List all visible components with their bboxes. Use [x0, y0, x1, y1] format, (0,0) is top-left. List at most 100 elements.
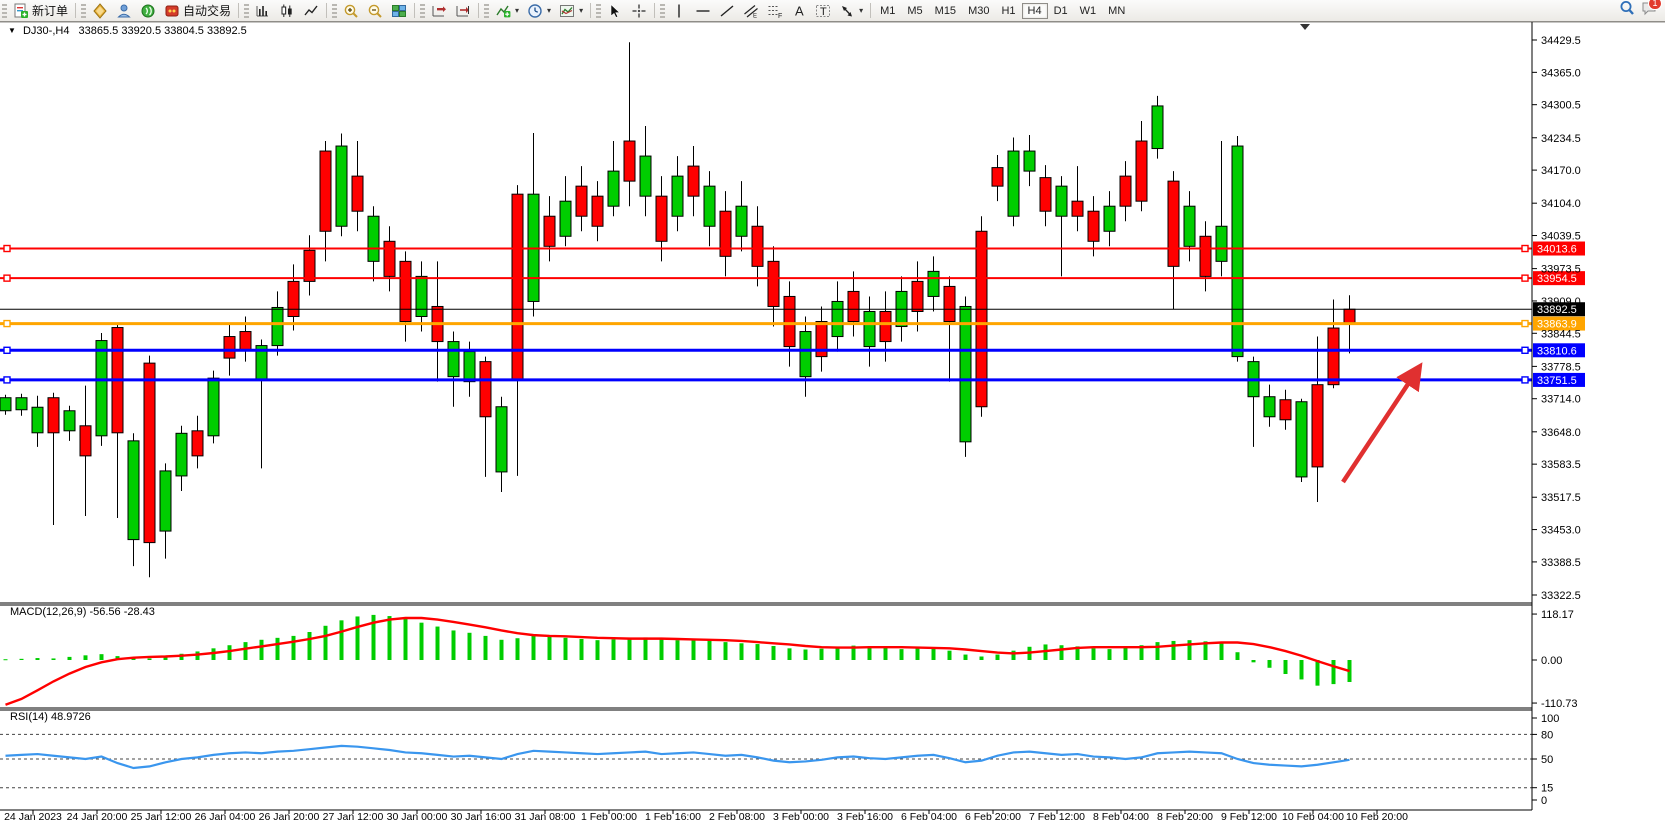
macd-bar	[340, 620, 344, 660]
cursor-tool-button[interactable]	[603, 1, 627, 21]
timeframe-button-h4[interactable]: H4	[1022, 3, 1048, 19]
line-handle-right[interactable]	[1522, 347, 1528, 353]
line-handle-left[interactable]	[4, 377, 10, 383]
time-axis-label: 30 Jan 00:00	[387, 811, 448, 823]
line-handle-left[interactable]	[4, 321, 10, 327]
line-handle-right[interactable]	[1522, 246, 1528, 252]
timeframe-button-m5[interactable]: M5	[901, 3, 928, 19]
timeframe-button-d1[interactable]: D1	[1048, 3, 1074, 19]
toolbar-drag-handle	[332, 4, 337, 18]
new-order-button[interactable]: 新订单	[9, 1, 72, 21]
macd-axis-tick: 118.17	[1541, 609, 1574, 621]
macd-bar	[404, 619, 408, 660]
line-handle-right[interactable]	[1522, 321, 1528, 327]
data-window-button[interactable]	[112, 1, 136, 21]
candle-body	[64, 411, 75, 431]
vertical-line-tool-button[interactable]	[667, 1, 691, 21]
candle-body	[416, 276, 427, 316]
macd-bar	[100, 654, 104, 660]
macd-bar	[436, 627, 440, 660]
chart-ohlc-values: 33865.5 33920.5 33804.5 33892.5	[79, 25, 247, 37]
macd-bar	[1316, 660, 1320, 686]
autotrading-button[interactable]: 自动交易	[160, 1, 235, 21]
timeframe-button-m15[interactable]: M15	[929, 3, 962, 19]
market-watch-button[interactable]	[88, 1, 112, 21]
chart-shift-button[interactable]	[427, 1, 451, 21]
candle-body	[448, 342, 459, 377]
time-axis-label: 31 Jan 08:00	[515, 811, 576, 823]
chevron-down-icon[interactable]: ▾	[515, 6, 519, 15]
notifications-button[interactable]: 1	[1641, 0, 1657, 21]
price-axis-tick: 33583.5	[1541, 459, 1581, 471]
price-axis-tick: 33322.5	[1541, 590, 1581, 602]
main-toolbar: 新订单 自动交易 ▾ ▾ ▾ E FAT ▾ M1M5M15M30H1H4D1W1MN 1	[0, 0, 1665, 22]
text-tool-button[interactable]: A	[787, 1, 811, 21]
chevron-down-icon[interactable]: ▾	[859, 6, 863, 15]
macd-bar	[1220, 643, 1224, 660]
candle-body	[960, 306, 971, 441]
autotrade-icon	[164, 3, 180, 19]
fibonacci-tool-button[interactable]: F	[763, 1, 787, 21]
price-axis-tick: 34300.5	[1541, 100, 1581, 112]
line-chart-mode-button[interactable]	[299, 1, 323, 21]
line-handle-left[interactable]	[4, 275, 10, 281]
line-handle-right[interactable]	[1522, 275, 1528, 281]
crosshair-tool-button[interactable]	[627, 1, 651, 21]
macd-bar	[1108, 649, 1112, 660]
indicators-button[interactable]: ▾	[491, 1, 523, 21]
line-handle-right[interactable]	[1522, 377, 1528, 383]
trendline-tool-button[interactable]	[715, 1, 739, 21]
line-handle-left[interactable]	[4, 347, 10, 353]
candlestick-mode-button[interactable]	[275, 1, 299, 21]
shift-end-icon	[431, 3, 447, 19]
time-axis-label: 26 Jan 04:00	[195, 811, 256, 823]
time-axis-label: 1 Feb 00:00	[581, 811, 637, 823]
timeframe-button-m30[interactable]: M30	[962, 3, 995, 19]
periods-button[interactable]: ▾	[523, 1, 555, 21]
timeframe-button-h1[interactable]: H1	[995, 3, 1021, 19]
candle-body	[928, 271, 939, 296]
candle-body	[176, 433, 187, 476]
arrows-tool-button[interactable]: ▾	[835, 1, 867, 21]
tile-windows-button[interactable]	[387, 1, 411, 21]
toolbar-separator	[238, 3, 239, 18]
search-button[interactable]	[1619, 0, 1635, 21]
candle-body	[352, 176, 363, 211]
auto-scroll-button[interactable]	[451, 1, 475, 21]
navigator-button[interactable]	[136, 1, 160, 21]
indicator-add-icon	[495, 3, 511, 19]
candle-body	[608, 171, 619, 206]
macd-bar	[260, 640, 264, 660]
chevron-down-icon[interactable]: ▾	[547, 6, 551, 15]
symbol-dropdown-icon[interactable]: ▼	[8, 26, 16, 35]
equidistant-channel-tool-button[interactable]: E	[739, 1, 763, 21]
templates-button[interactable]: ▾	[555, 1, 587, 21]
line-handle-left[interactable]	[4, 246, 10, 252]
macd-bar	[772, 646, 776, 660]
zoom-out-button[interactable]	[363, 1, 387, 21]
timeframe-button-mn[interactable]: MN	[1102, 3, 1131, 19]
candle-body	[1120, 176, 1131, 206]
timeframe-button-w1[interactable]: W1	[1074, 3, 1103, 19]
chevron-down-icon[interactable]: ▾	[579, 6, 583, 15]
profile-blue-icon	[116, 3, 132, 19]
price-axis-tick: 33517.5	[1541, 492, 1581, 504]
timeframe-button-m1[interactable]: M1	[874, 3, 901, 19]
price-axis-tick: 34104.0	[1541, 198, 1581, 210]
candle-body	[336, 146, 347, 226]
svg-text:E: E	[753, 13, 757, 19]
time-axis-label: 9 Feb 12:00	[1221, 811, 1277, 823]
candle-body	[400, 261, 411, 321]
macd-axis-tick: 0.00	[1541, 655, 1562, 667]
candle-body	[1152, 106, 1163, 149]
text-label-tool-button[interactable]: T	[811, 1, 835, 21]
zoom-in-button[interactable]	[339, 1, 363, 21]
svg-text:F: F	[778, 13, 782, 19]
candle-body	[672, 176, 683, 216]
candle-body	[304, 250, 315, 281]
bar-chart-mode-button[interactable]	[251, 1, 275, 21]
macd-bar	[1124, 648, 1128, 660]
chart-canvas[interactable]: 34013.633954.533892.533863.933810.633751…	[0, 0, 1665, 832]
macd-bar	[1268, 660, 1272, 668]
horizontal-line-tool-button[interactable]	[691, 1, 715, 21]
